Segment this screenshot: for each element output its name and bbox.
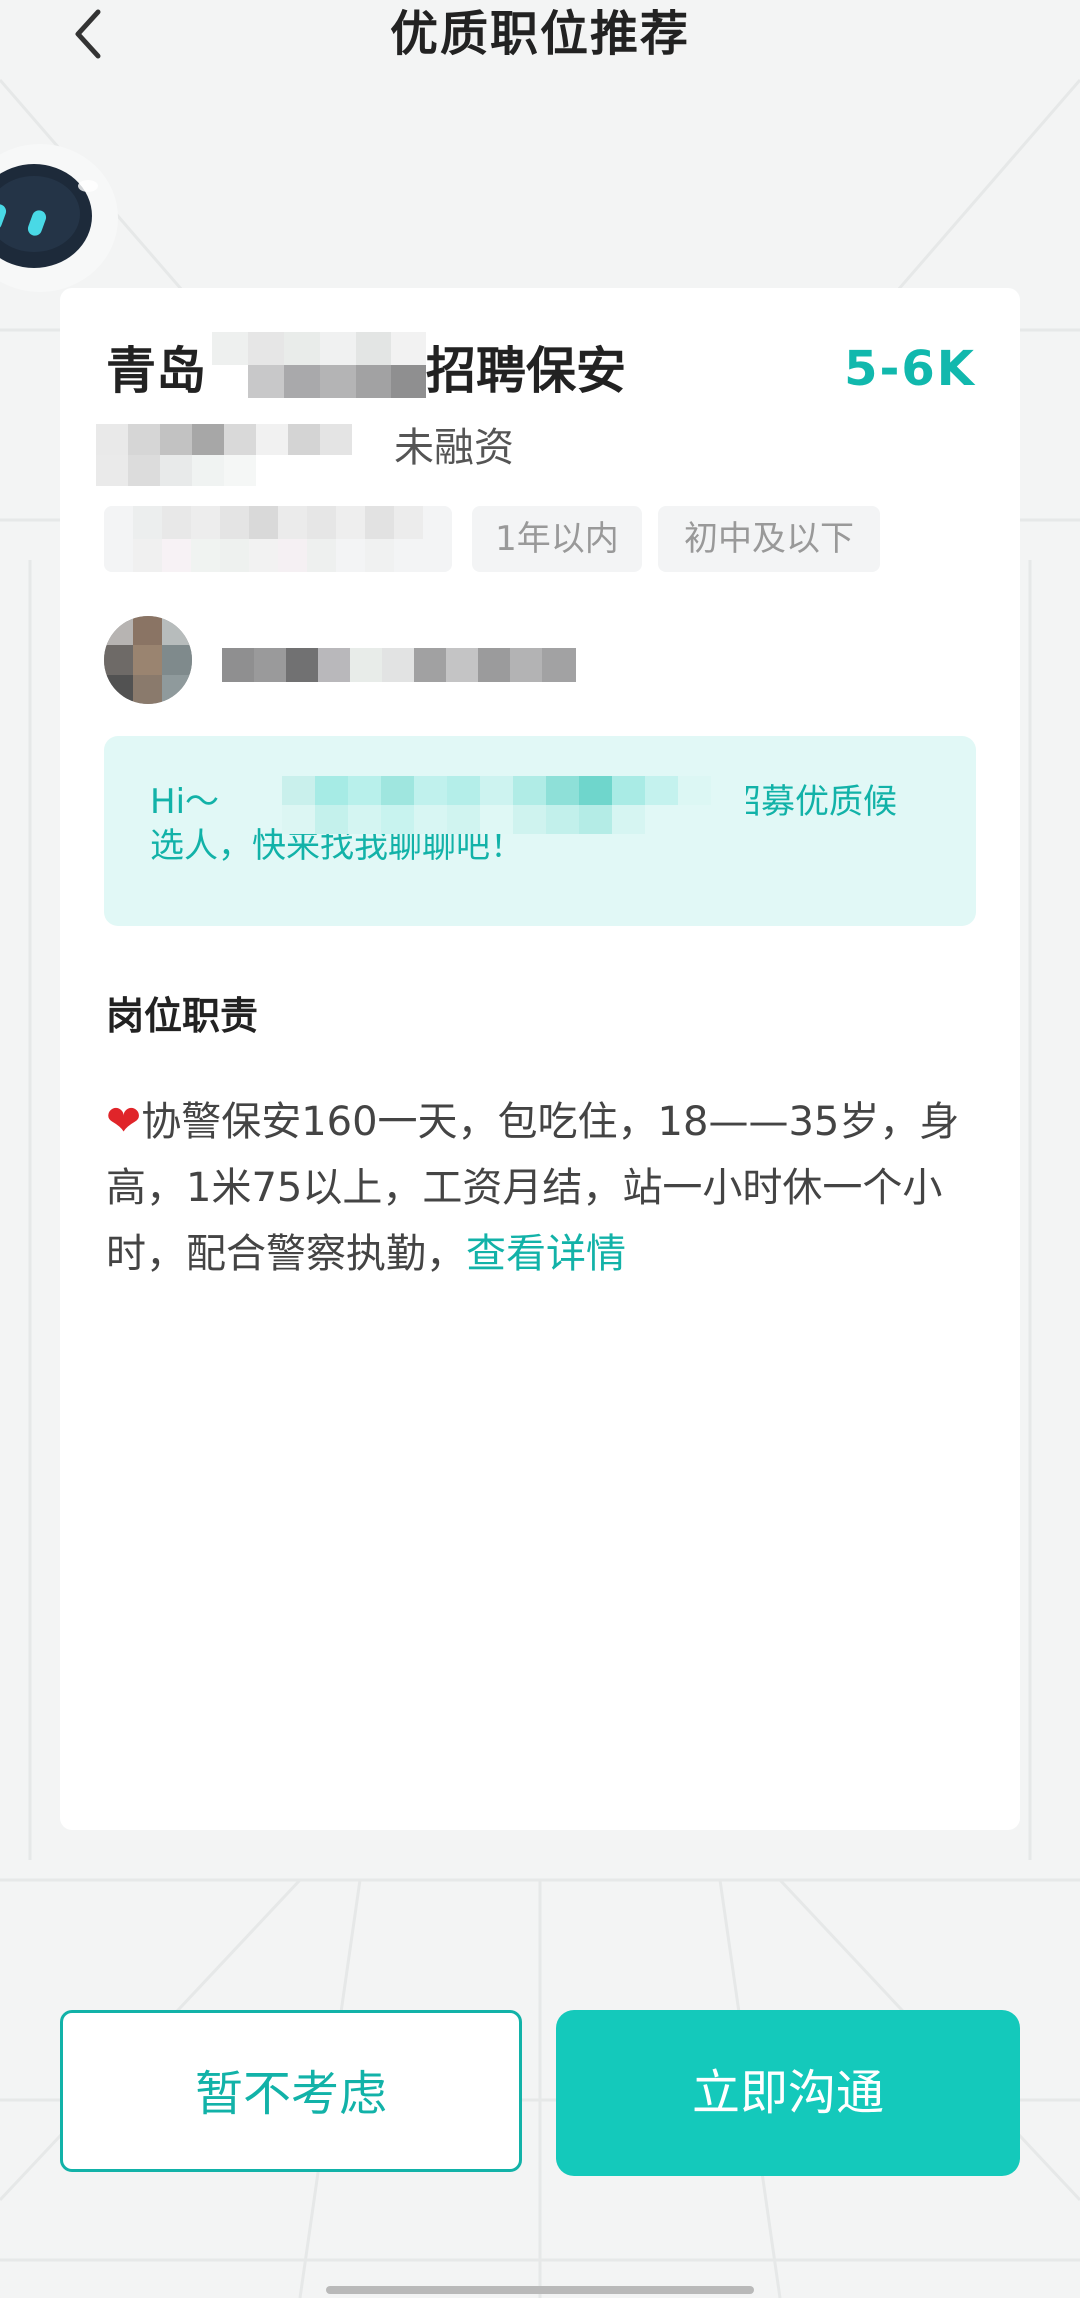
home-indicator[interactable] <box>326 2286 754 2294</box>
greeting-prefix: Hi～ <box>150 782 220 822</box>
job-title-suffix: 招聘保安 <box>426 342 626 400</box>
header: 优质职位推荐 <box>0 0 1080 80</box>
section-title-duties: 岗位职责 <box>106 994 259 1038</box>
redacted-company-short-name <box>96 424 352 486</box>
tag-experience: 1年以内 <box>472 506 642 572</box>
decline-button[interactable]: 暂不考虑 <box>60 2010 522 2172</box>
avatar[interactable] <box>104 616 192 704</box>
company-funding-status: 未融资 <box>394 425 514 471</box>
redacted-location-tag <box>104 506 452 572</box>
page-title: 优质职位推荐 <box>389 6 690 62</box>
redacted-company-name <box>212 332 426 398</box>
chat-now-button[interactable]: 立即沟通 <box>556 2010 1020 2176</box>
job-title-prefix: 青岛 <box>106 342 206 400</box>
redacted-recruiter-name <box>222 648 576 682</box>
job-salary: 5-6K <box>844 341 976 397</box>
tag-redacted <box>104 506 452 572</box>
robot-mascot-icon <box>0 144 118 292</box>
view-details-link[interactable]: 查看详情 <box>466 1231 626 1277</box>
redacted-greeting-name <box>282 776 746 834</box>
tag-education: 初中及以下 <box>658 506 880 572</box>
redacted-avatar <box>104 616 192 704</box>
greeting-banner: Hi～ 正在招募优质候选人，快来找我聊聊吧！ <box>104 736 976 926</box>
job-description: ❤协警保安160一天，包吃住，18——35岁，身高，1米75以上，工资月结，站一… <box>106 1088 986 1287</box>
heart-icon: ❤ <box>106 1096 142 1145</box>
